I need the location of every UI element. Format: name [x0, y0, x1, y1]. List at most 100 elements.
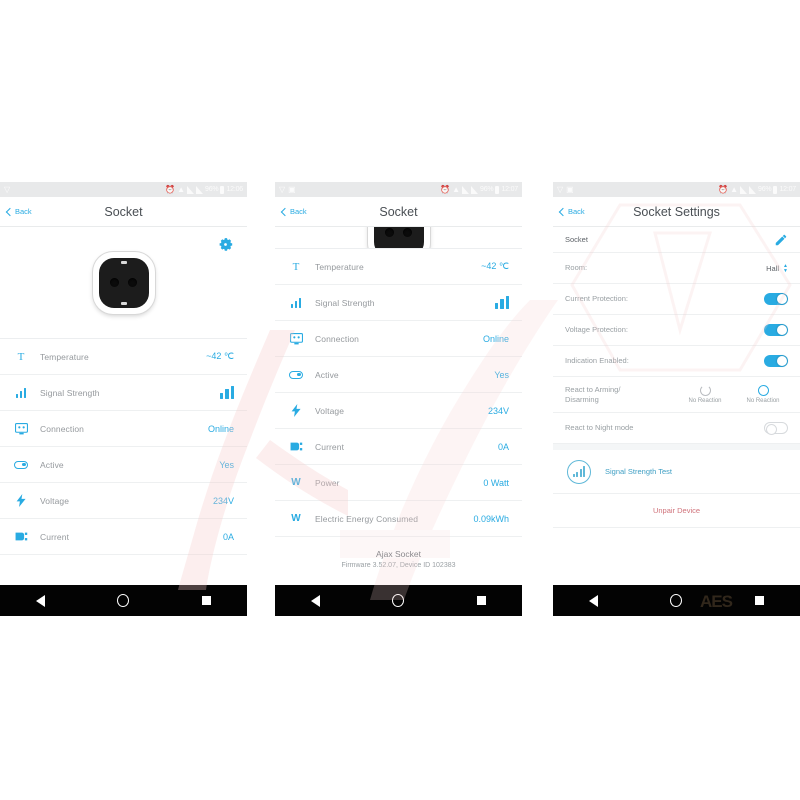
react-arming-option[interactable]: No Reaction — [680, 385, 730, 404]
thermometer-icon: T — [17, 350, 25, 363]
clock-time: 12:07 — [779, 186, 796, 193]
list-item[interactable]: T Temperature ~42 ℃ — [275, 249, 522, 285]
back-button[interactable]: Back — [553, 207, 585, 216]
android-recents-button[interactable] — [476, 596, 486, 605]
signal-icon — [196, 185, 204, 194]
signal-bars-icon — [11, 387, 31, 398]
signal-bars-circle-icon — [567, 459, 591, 484]
list-item[interactable]: Current 0A — [275, 429, 522, 465]
list-item[interactable]: Connection Online — [0, 411, 247, 447]
list-item[interactable]: W Power 0 Watt — [275, 465, 522, 501]
status-bar-system-icons: ⏰ ▲ 96% 12:07 — [718, 184, 796, 194]
wifi-icon: ▲ — [730, 184, 739, 194]
row-label: Signal Strength — [315, 297, 375, 308]
device-firmware: Firmware 3.52.07, Device ID 102383 — [341, 562, 456, 569]
connection-icon — [11, 422, 31, 435]
setting-voltage-protection[interactable]: Voltage Protection: — [553, 315, 800, 346]
status-bar-system-icons: ⏰ ▲ 96% 12:07 — [440, 184, 518, 194]
list-item[interactable]: Voltage 234V — [0, 483, 247, 519]
device-hero-2 — [275, 227, 522, 249]
device-name: Ajax Socket — [376, 549, 421, 559]
row-value: 0 Watt — [483, 477, 509, 488]
dismiss-icon: ▽ — [4, 184, 11, 194]
react-arming-options: No Reaction No Reaction — [680, 385, 788, 404]
row-label: Connection — [315, 333, 360, 344]
alarm-clock-icon: ⏰ — [165, 184, 176, 194]
page-title: Socket Settings — [633, 204, 720, 219]
watermark-text: AES — [700, 592, 733, 611]
row-label: Active — [315, 369, 339, 380]
list-item[interactable]: Signal Strength — [275, 285, 522, 321]
row-label: Current — [315, 441, 345, 452]
status-bar-1: ▽ ⏰ ▲ 96% 12:06 — [0, 182, 247, 197]
chevron-left-icon — [5, 207, 15, 216]
list-item[interactable]: Signal Strength — [0, 375, 247, 411]
row-value: 234V — [212, 495, 234, 506]
gear-icon[interactable] — [218, 237, 233, 252]
android-recents-button[interactable] — [201, 596, 211, 605]
device-footer: Ajax Socket Firmware 3.52.07, Device ID … — [275, 537, 522, 569]
indication-enabled-toggle[interactable] — [764, 355, 788, 367]
signal-strength-test-button[interactable]: Signal Strength Test — [553, 450, 800, 494]
row-label: Temperature — [40, 351, 89, 362]
setting-label: Indication Enabled: — [565, 356, 629, 366]
android-home-button[interactable] — [670, 594, 683, 607]
setting-react-night-mode[interactable]: React to Night mode — [553, 413, 800, 444]
alarm-clock-icon: ⏰ — [718, 184, 729, 194]
row-label: Active — [40, 459, 64, 470]
android-home-button[interactable] — [117, 594, 130, 607]
unpair-device-label: Unpair Device — [652, 506, 701, 515]
back-button[interactable]: Back — [275, 207, 307, 216]
socket-device-image — [367, 227, 430, 248]
row-label: Connection — [40, 423, 85, 434]
watt-icon: W — [291, 477, 301, 488]
android-back-button[interactable] — [36, 594, 46, 607]
battery-percent: 96% — [758, 186, 772, 193]
list-item[interactable]: Active Yes — [0, 447, 247, 483]
settings-list: Socket Room: Hall ▲ ▼ Current Protection:… — [553, 227, 800, 528]
socket-device-image — [92, 251, 155, 314]
connection-icon — [286, 332, 306, 345]
setting-room[interactable]: Room: Hall ▲ ▼ — [553, 253, 800, 284]
setting-indication-enabled[interactable]: Indication Enabled: — [553, 346, 800, 377]
row-value: 0A — [497, 441, 509, 452]
status-bar-notifications: ▽ ▣ — [557, 185, 718, 194]
list-item[interactable]: Current 0A — [0, 519, 247, 555]
socket-hole-right — [403, 227, 412, 237]
row-label: Voltage — [315, 405, 345, 416]
android-back-button[interactable] — [589, 594, 599, 607]
setting-current-protection[interactable]: Current Protection: — [553, 284, 800, 315]
row-value: 0A — [222, 531, 234, 542]
page-title: Socket — [104, 204, 143, 219]
night-mode-toggle[interactable] — [764, 422, 788, 435]
setting-react-to-arming[interactable]: React to Arming/ Disarming No Reaction N… — [553, 377, 800, 413]
android-recents-button[interactable] — [754, 596, 764, 605]
android-navigation-bar-2 — [275, 585, 522, 616]
alarm-clock-icon: ⏰ — [440, 184, 451, 194]
status-bar-notifications: ▽ ▣ — [279, 185, 440, 194]
screen-socket-details: ▽ ▣ ⏰ ▲ 96% 12:07 Back Socket T Temperat… — [275, 182, 522, 616]
voltage-icon — [286, 404, 306, 417]
list-item[interactable]: Active Yes — [275, 357, 522, 393]
react-disarming-option[interactable]: No Reaction — [738, 385, 788, 404]
setting-device-name[interactable]: Socket — [553, 227, 800, 253]
chevron-updown-icon[interactable]: ▲ ▼ — [783, 263, 788, 273]
android-back-button[interactable] — [311, 594, 321, 607]
signal-strength-indicator — [494, 296, 509, 309]
voltage-protection-toggle[interactable] — [764, 324, 788, 336]
android-home-button[interactable] — [392, 594, 405, 607]
app-header-2: Back Socket — [275, 197, 522, 227]
list-item[interactable]: Voltage 234V — [275, 393, 522, 429]
unpair-device-button[interactable]: Unpair Device — [553, 494, 800, 528]
status-bar-system-icons: ⏰ ▲ 96% 12:06 — [165, 184, 243, 194]
list-item[interactable]: T Temperature ~42 ℃ — [0, 339, 247, 375]
current-protection-toggle[interactable] — [764, 293, 788, 305]
back-button[interactable]: Back — [0, 207, 32, 216]
disarming-state-icon — [757, 385, 769, 396]
device-hero-1 — [0, 227, 247, 339]
pencil-icon[interactable] — [774, 233, 788, 247]
watt-icon: W — [291, 513, 301, 524]
list-item[interactable]: W Electric Energy Consumed 0.09kWh — [275, 501, 522, 537]
list-item[interactable]: Connection Online — [275, 321, 522, 357]
page-title: Socket — [379, 204, 418, 219]
